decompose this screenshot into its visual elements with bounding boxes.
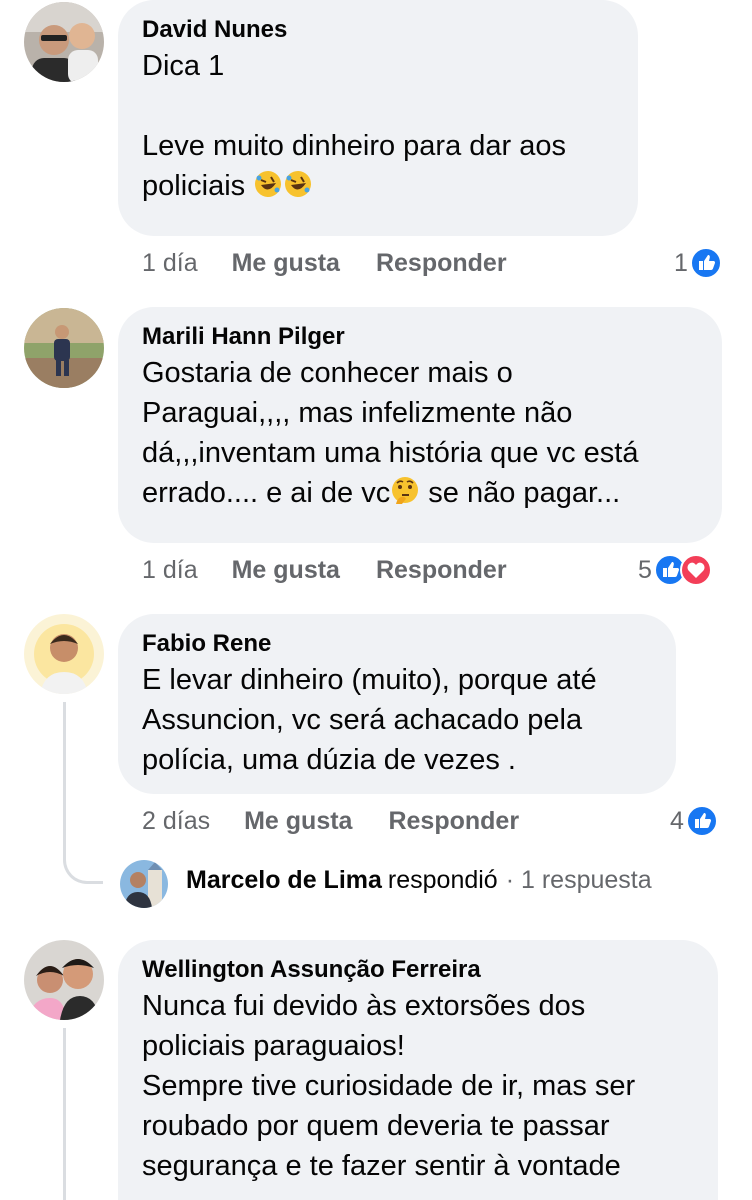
comment-text: Dica 1 Leve muito dinheiro para dar aos … bbox=[142, 46, 614, 206]
avatar-david-nunes[interactable] bbox=[24, 2, 104, 82]
reaction-count: 5 bbox=[638, 555, 652, 584]
comment-author[interactable]: Wellington Assunção Ferreira bbox=[142, 954, 694, 986]
comment-time[interactable]: 1 día bbox=[142, 249, 198, 278]
comment-text: Gostaria de conhecer mais o Paraguai,,,,… bbox=[142, 353, 698, 513]
comment-actions: 2 días Me gusta Responder bbox=[142, 804, 519, 838]
reaction-summary[interactable]: 4 bbox=[670, 804, 718, 838]
comment-line: se não pagar... bbox=[420, 477, 621, 509]
comment-bubble: Wellington Assunção Ferreira Nunca fui d… bbox=[118, 940, 718, 1200]
comment-line: E levar dinheiro (muito), porque até bbox=[142, 664, 597, 696]
reply-verb: respondió bbox=[387, 866, 498, 894]
thread-connector-line bbox=[63, 702, 66, 852]
laughing-emoji-icon bbox=[253, 169, 283, 199]
thread-connector-line bbox=[63, 1028, 66, 1200]
comment-line: Dica 1 bbox=[142, 50, 225, 82]
comment-time[interactable]: 1 día bbox=[142, 556, 198, 585]
comment-bubble: Marili Hann Pilger Gostaria de conhecer … bbox=[118, 307, 722, 543]
comment-line: Leve muito dinheiro para dar aos bbox=[142, 130, 566, 162]
comment-blank-line bbox=[142, 86, 614, 126]
comment-line: Nunca fui devido às extorsões dos bbox=[142, 990, 586, 1022]
comment-line: policiais bbox=[142, 170, 254, 202]
comment-author[interactable]: David Nunes bbox=[142, 14, 614, 46]
avatar-wellington-assuncao-ferreira[interactable] bbox=[24, 940, 104, 1020]
avatar-marcelo-de-lima[interactable] bbox=[120, 860, 168, 908]
reaction-summary[interactable]: 1 bbox=[674, 246, 722, 280]
like-button[interactable]: Me gusta bbox=[232, 556, 340, 585]
comment-line: roubado por quem deveria te passar bbox=[142, 1110, 610, 1142]
reaction-summary[interactable]: 5 bbox=[638, 553, 712, 587]
comment-actions: 1 día Me gusta Responder bbox=[142, 246, 507, 280]
reply-author: Marcelo de Lima bbox=[186, 866, 382, 894]
reply-count: · 1 respuesta bbox=[505, 866, 652, 894]
avatar-marili-hann-pilger[interactable] bbox=[24, 308, 104, 388]
comment-line: Paraguai,,,, mas infelizmente não bbox=[142, 397, 573, 429]
comment-line: segurança e te fazer sentir à vontade bbox=[142, 1150, 621, 1182]
thumbs-up-icon bbox=[689, 247, 722, 279]
reaction-count: 4 bbox=[670, 806, 684, 835]
avatar-fabio-rene[interactable] bbox=[24, 614, 104, 694]
reply-button[interactable]: Responder bbox=[376, 249, 507, 278]
reply-button[interactable]: Responder bbox=[388, 807, 519, 836]
like-button[interactable]: Me gusta bbox=[244, 807, 352, 836]
comment-line: policiais paraguaios! bbox=[142, 1030, 405, 1062]
comment-text: Nunca fui devido às extorsões dos polici… bbox=[142, 986, 694, 1186]
comment-bubble: David Nunes Dica 1 Leve muito dinheiro p… bbox=[118, 0, 638, 236]
laughing-emoji-icon bbox=[283, 169, 313, 199]
comment-actions: 1 día Me gusta Responder bbox=[142, 553, 507, 587]
thread-connector-curve bbox=[63, 840, 103, 884]
thinking-face-emoji-icon bbox=[390, 476, 420, 506]
comment-line: errado.... e ai de vc bbox=[142, 477, 391, 509]
comment-line-with-emoji: policiais bbox=[142, 166, 614, 206]
comment-bubble: Fabio Rene E levar dinheiro (muito), por… bbox=[118, 614, 676, 794]
heart-icon bbox=[679, 554, 712, 586]
comment-line-with-emoji: errado.... e ai de vc se não pagar... bbox=[142, 473, 698, 513]
comment-text: E levar dinheiro (muito), porque até Ass… bbox=[142, 660, 652, 780]
comment-time[interactable]: 2 días bbox=[142, 807, 210, 836]
comment-line: Sempre tive curiosidade de ir, mas ser bbox=[142, 1070, 636, 1102]
comment-line: Assuncion, vc será achacado pela bbox=[142, 704, 583, 736]
view-replies-link[interactable]: Marcelo de Lima respondió · 1 respuesta bbox=[186, 866, 652, 895]
like-button[interactable]: Me gusta bbox=[232, 249, 340, 278]
thumbs-up-icon bbox=[685, 805, 718, 837]
comment-line: Gostaria de conhecer mais o bbox=[142, 357, 513, 389]
reply-button[interactable]: Responder bbox=[376, 556, 507, 585]
comment-line: dá,,,inventam uma história que vc está bbox=[142, 437, 639, 469]
comment-author[interactable]: Fabio Rene bbox=[142, 628, 652, 660]
comment-line: polícia, uma dúzia de vezes . bbox=[142, 744, 516, 776]
comment-author[interactable]: Marili Hann Pilger bbox=[142, 321, 698, 353]
reaction-count: 1 bbox=[674, 248, 688, 277]
